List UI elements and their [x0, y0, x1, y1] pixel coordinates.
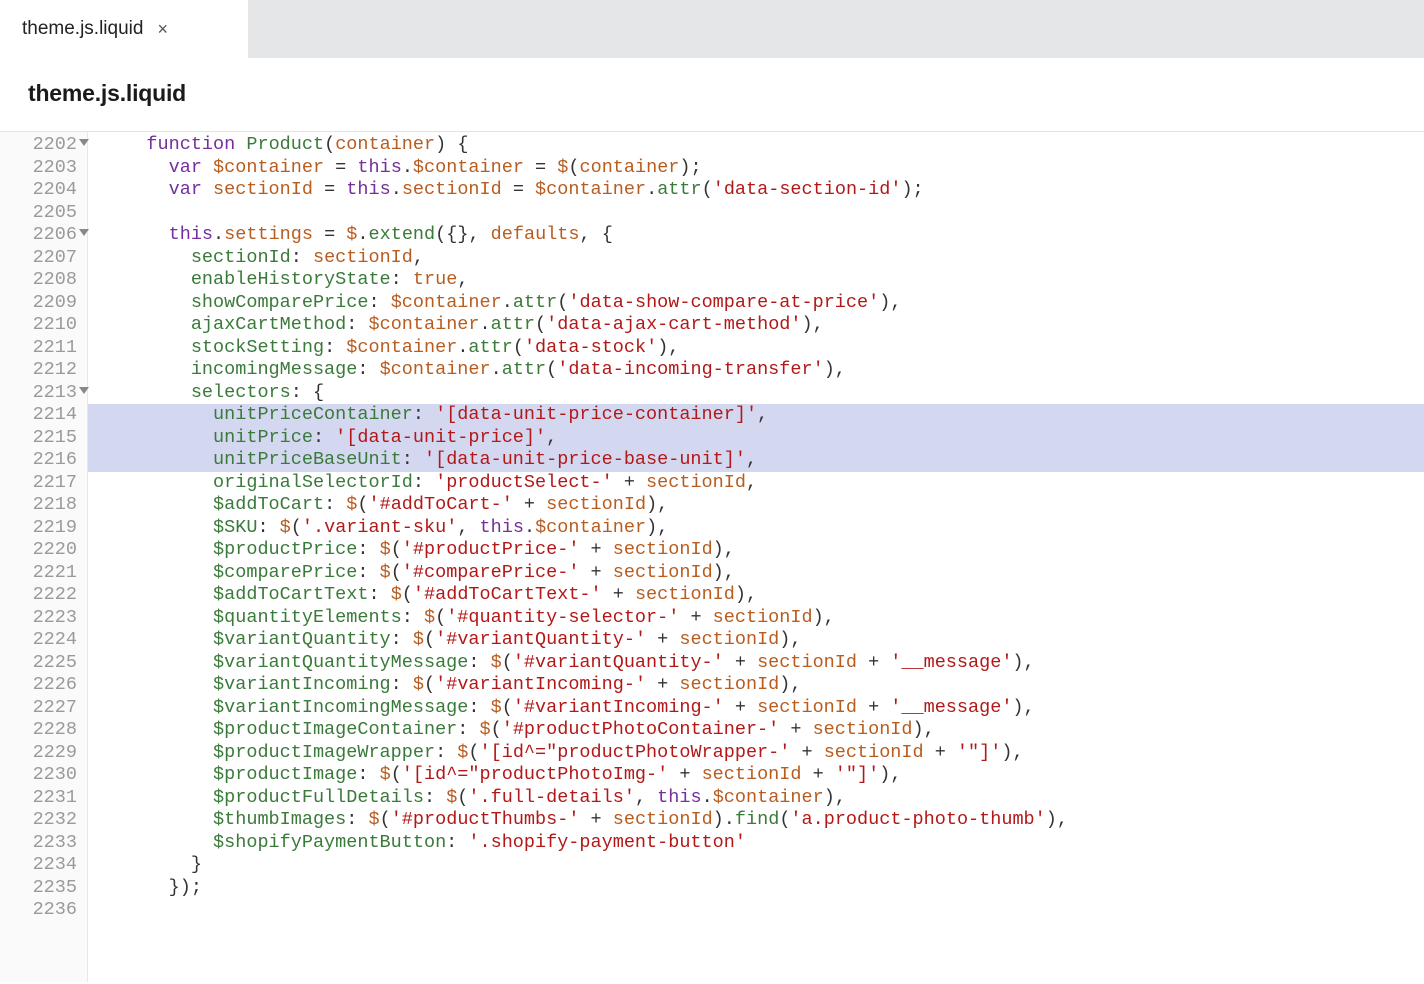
line-number: 2207 [0, 247, 87, 270]
code-line[interactable]: $comparePrice: $('#comparePrice-' + sect… [102, 562, 1424, 585]
code-line[interactable]: $productImageContainer: $('#productPhoto… [102, 719, 1424, 742]
line-number: 2233 [0, 832, 87, 855]
line-number: 2209 [0, 292, 87, 315]
line-number: 2225 [0, 652, 87, 675]
line-number: 2234 [0, 854, 87, 877]
code-line[interactable]: $variantQuantityMessage: $('#variantQuan… [102, 652, 1424, 675]
line-number: 2206 [0, 224, 87, 247]
code-editor[interactable]: 2202220322042205220622072208220922102211… [0, 132, 1424, 982]
code-line[interactable]: $addToCartText: $('#addToCartText-' + se… [102, 584, 1424, 607]
line-number: 2202 [0, 134, 87, 157]
code-line[interactable]: $shopifyPaymentButton: '.shopify-payment… [102, 832, 1424, 855]
line-number: 2205 [0, 202, 87, 225]
line-number: 2204 [0, 179, 87, 202]
code-line[interactable]: stockSetting: $container.attr('data-stoc… [102, 337, 1424, 360]
code-line[interactable]: sectionId: sectionId, [102, 247, 1424, 270]
line-number: 2221 [0, 562, 87, 585]
line-number-gutter: 2202220322042205220622072208220922102211… [0, 132, 88, 982]
fold-marker-icon[interactable] [79, 139, 89, 146]
code-line[interactable]: originalSelectorId: 'productSelect-' + s… [102, 472, 1424, 495]
line-number: 2211 [0, 337, 87, 360]
line-number: 2214 [0, 404, 87, 427]
line-number: 2230 [0, 764, 87, 787]
code-content[interactable]: function Product(container) { var $conta… [88, 132, 1424, 982]
code-line[interactable]: this.settings = $.extend({}, defaults, { [102, 224, 1424, 247]
line-number: 2228 [0, 719, 87, 742]
line-number: 2232 [0, 809, 87, 832]
code-line[interactable]: }); [102, 877, 1424, 900]
line-number: 2224 [0, 629, 87, 652]
code-line[interactable]: incomingMessage: $container.attr('data-i… [102, 359, 1424, 382]
line-number: 2236 [0, 899, 87, 922]
code-line[interactable]: function Product(container) { [102, 134, 1424, 157]
code-line[interactable]: $productPrice: $('#productPrice-' + sect… [102, 539, 1424, 562]
code-line[interactable]: enableHistoryState: true, [102, 269, 1424, 292]
line-number: 2208 [0, 269, 87, 292]
line-number: 2212 [0, 359, 87, 382]
code-line[interactable]: selectors: { [102, 382, 1424, 405]
file-title: theme.js.liquid [28, 80, 1396, 107]
line-number: 2220 [0, 539, 87, 562]
code-line[interactable] [102, 202, 1424, 225]
code-line[interactable]: $productFullDetails: $('.full-details', … [102, 787, 1424, 810]
code-line[interactable]: } [102, 854, 1424, 877]
line-number: 2219 [0, 517, 87, 540]
code-line[interactable]: var $container = this.$container = $(con… [102, 157, 1424, 180]
code-line[interactable]: $productImage: $('[id^="productPhotoImg-… [102, 764, 1424, 787]
code-line[interactable]: var sectionId = this.sectionId = $contai… [102, 179, 1424, 202]
line-number: 2215 [0, 427, 87, 450]
fold-marker-icon[interactable] [79, 229, 89, 236]
line-number: 2217 [0, 472, 87, 495]
code-line[interactable]: $variantQuantity: $('#variantQuantity-' … [102, 629, 1424, 652]
line-number: 2216 [0, 449, 87, 472]
line-number: 2223 [0, 607, 87, 630]
code-line[interactable]: $variantIncoming: $('#variantIncoming-' … [102, 674, 1424, 697]
code-line[interactable]: $quantityElements: $('#quantity-selector… [102, 607, 1424, 630]
line-number: 2222 [0, 584, 87, 607]
file-title-bar: theme.js.liquid [0, 58, 1424, 132]
code-line[interactable]: $thumbImages: $('#productThumbs-' + sect… [102, 809, 1424, 832]
code-line[interactable]: showComparePrice: $container.attr('data-… [102, 292, 1424, 315]
code-line[interactable]: unitPriceBaseUnit: '[data-unit-price-bas… [88, 449, 1424, 472]
line-number: 2218 [0, 494, 87, 517]
line-number: 2231 [0, 787, 87, 810]
tab-theme-js-liquid[interactable]: theme.js.liquid × [0, 0, 248, 58]
code-line[interactable]: $SKU: $('.variant-sku', this.$container)… [102, 517, 1424, 540]
code-line[interactable]: ajaxCartMethod: $container.attr('data-aj… [102, 314, 1424, 337]
fold-marker-icon[interactable] [79, 387, 89, 394]
line-number: 2226 [0, 674, 87, 697]
line-number: 2210 [0, 314, 87, 337]
code-line[interactable]: unitPrice: '[data-unit-price]', [88, 427, 1424, 450]
code-line[interactable]: $variantIncomingMessage: $('#variantInco… [102, 697, 1424, 720]
tab-bar: theme.js.liquid × [0, 0, 1424, 58]
line-number: 2203 [0, 157, 87, 180]
code-line[interactable]: $productImageWrapper: $('[id^="productPh… [102, 742, 1424, 765]
line-number: 2213 [0, 382, 87, 405]
code-line[interactable]: unitPriceContainer: '[data-unit-price-co… [88, 404, 1424, 427]
code-line[interactable] [102, 899, 1424, 922]
code-line[interactable]: $addToCart: $('#addToCart-' + sectionId)… [102, 494, 1424, 517]
line-number: 2235 [0, 877, 87, 900]
tab-label: theme.js.liquid [22, 18, 143, 40]
line-number: 2227 [0, 697, 87, 720]
line-number: 2229 [0, 742, 87, 765]
close-icon[interactable]: × [157, 19, 168, 40]
